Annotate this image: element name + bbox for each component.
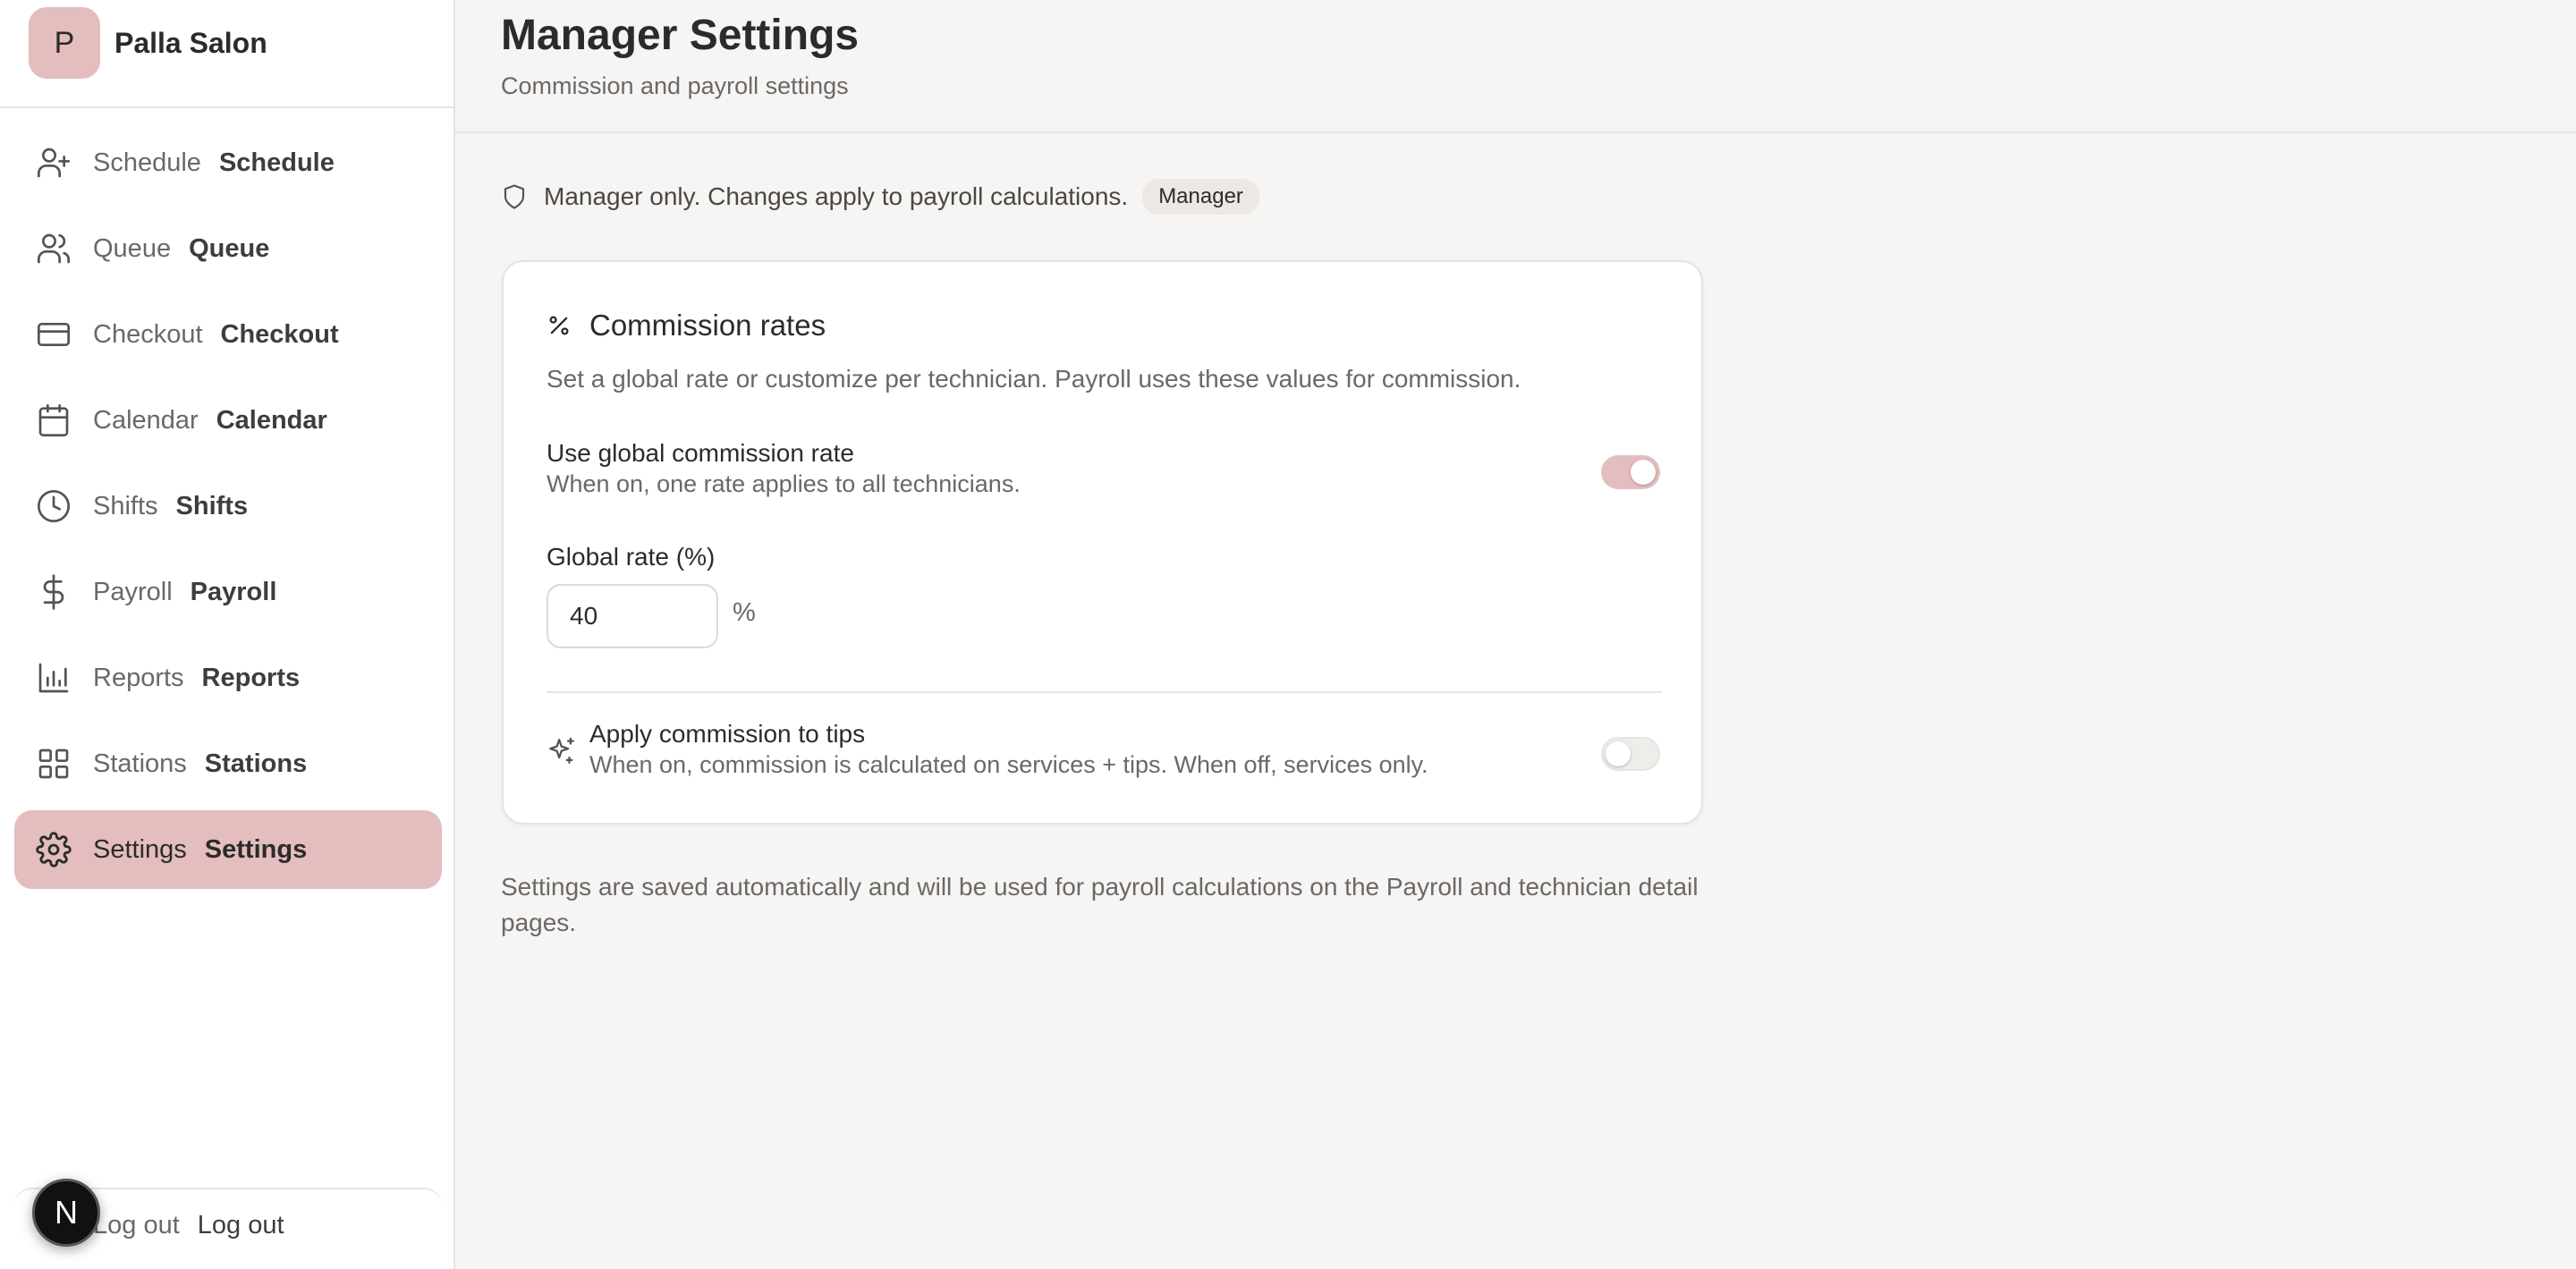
page-header: Manager Settings Commission and payroll … <box>455 0 2576 133</box>
clock-icon <box>36 488 72 524</box>
global-rate-toggle-label: Use global commission rate <box>547 439 854 467</box>
divider <box>547 691 1662 693</box>
sidebar-item-label-secondary: Calendar <box>216 406 327 435</box>
sidebar: P Palla Salon Schedule Schedule Queue Queu… <box>0 0 455 1269</box>
sidebar-item-label: Settings <box>93 835 187 864</box>
card-title: Commission rates <box>547 309 826 343</box>
logout-label-secondary: Log out <box>197 1211 284 1239</box>
dev-tools-badge[interactable]: N <box>32 1179 100 1247</box>
global-rate-toggle[interactable] <box>1601 455 1660 489</box>
sidebar-item-label: Stations <box>93 749 187 778</box>
calendar-icon <box>36 402 72 438</box>
sidebar-item-schedule[interactable]: Schedule Schedule <box>14 123 442 202</box>
sidebar-item-label-secondary: Settings <box>204 835 308 864</box>
global-rate-toggle-description: When on, one rate applies to all technic… <box>547 470 1021 497</box>
bar-chart-icon <box>36 660 72 696</box>
sidebar-item-label-secondary: Queue <box>189 234 270 263</box>
sidebar-item-label: Queue <box>93 234 172 263</box>
credit-card-icon <box>36 317 72 352</box>
sidebar-item-label-secondary: Reports <box>201 664 301 692</box>
tips-toggle-description: When on, commission is calculated on ser… <box>589 751 1428 778</box>
sidebar-item-label: Calendar <box>93 406 199 435</box>
sidebar-item-label-secondary: Stations <box>204 749 308 778</box>
sidebar-item-label: Reports <box>93 664 184 692</box>
logout-label: Log out <box>93 1211 180 1239</box>
tips-toggle[interactable] <box>1601 737 1660 771</box>
page-subtitle: Commission and payroll settings <box>501 72 849 99</box>
manager-notice: Manager only. Changes apply to payroll c… <box>501 177 1259 216</box>
tips-toggle-label: Apply commission to tips <box>589 720 866 748</box>
dollar-icon <box>36 574 72 610</box>
page-title: Manager Settings <box>501 12 860 59</box>
sidebar-item-calendar[interactable]: Calendar Calendar <box>14 381 442 460</box>
sidebar-item-label-secondary: Shifts <box>175 492 249 520</box>
sidebar-item-stations[interactable]: Stations Stations <box>14 724 442 803</box>
sidebar-item-label: Payroll <box>93 578 173 606</box>
shield-icon <box>504 184 525 209</box>
users-icon <box>36 231 72 266</box>
commission-rates-card: Commission rates Set a global rate or cu… <box>502 260 1703 825</box>
sidebar-item-checkout[interactable]: Checkout Checkout <box>14 295 442 374</box>
card-title-text: Commission rates <box>589 309 826 342</box>
sidebar-item-label: Schedule <box>93 148 201 177</box>
sparkles-icon <box>549 737 574 764</box>
sidebar-item-shifts[interactable]: Shifts Shifts <box>14 467 442 546</box>
gear-icon <box>36 832 72 867</box>
sidebar-item-label: Shifts <box>93 492 158 520</box>
autosave-footnote: Settings are saved automatically and wil… <box>501 873 1699 936</box>
percent-icon <box>549 316 569 335</box>
global-rate-unit: % <box>733 598 756 627</box>
brand-header: P Palla Salon <box>0 0 453 108</box>
sidebar-item-label-secondary: Payroll <box>190 578 277 606</box>
role-badge: Manager <box>1142 179 1259 215</box>
sidebar-item-label-secondary: Checkout <box>220 320 339 349</box>
sidebar-item-reports[interactable]: Reports Reports <box>14 639 442 717</box>
global-rate-input[interactable] <box>547 584 718 648</box>
brand-avatar: P <box>29 7 100 79</box>
card-description: Set a global rate or customize per techn… <box>547 365 1521 393</box>
sidebar-item-settings[interactable]: Settings Settings <box>14 810 442 889</box>
sidebar-item-label: Checkout <box>93 320 203 349</box>
sidebar-item-payroll[interactable]: Payroll Payroll <box>14 553 442 631</box>
sidebar-item-queue[interactable]: Queue Queue <box>14 209 442 288</box>
user-plus-icon <box>36 145 72 181</box>
notice-text: Manager only. Changes apply to payroll c… <box>544 182 1129 210</box>
brand-name: Palla Salon <box>114 27 267 59</box>
grid-icon <box>36 746 72 782</box>
toggle-knob <box>1606 741 1631 766</box>
global-rate-label: Global rate (%) <box>547 543 716 571</box>
sidebar-item-label-secondary: Schedule <box>218 148 335 177</box>
toggle-knob <box>1631 460 1656 485</box>
